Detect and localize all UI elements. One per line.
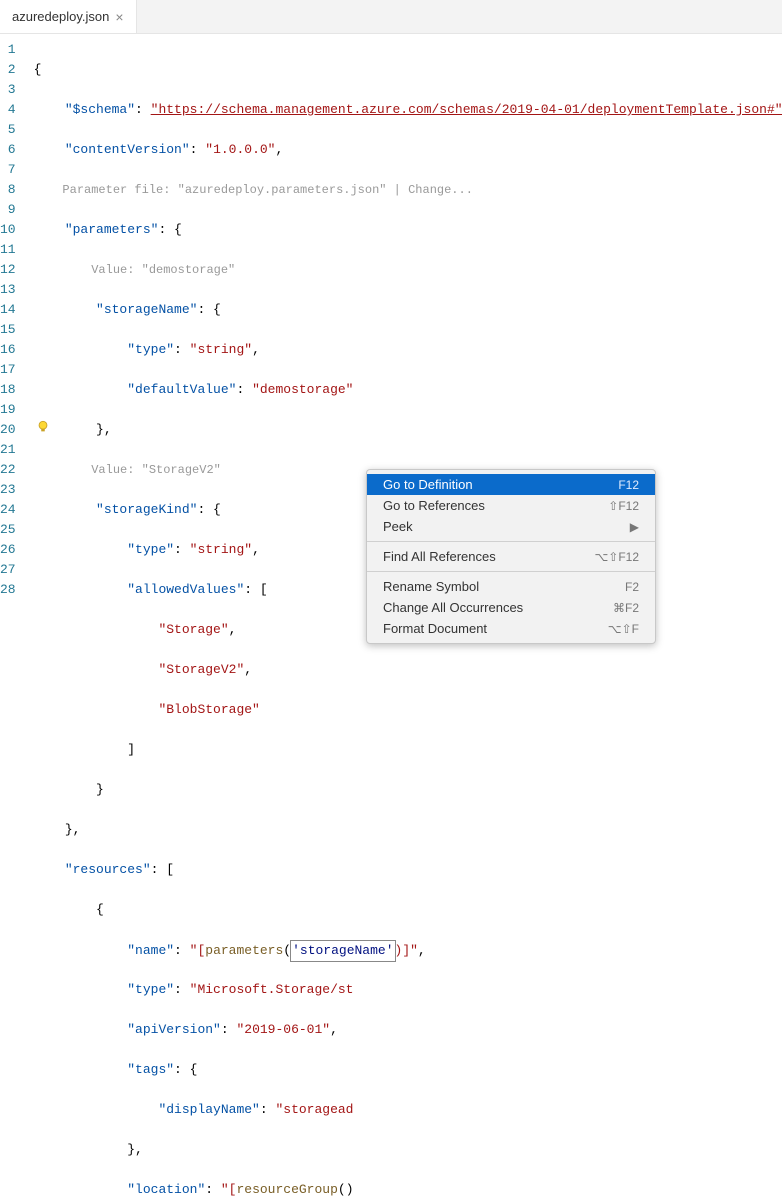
menu-format-document[interactable]: Format Document⌥⇧F bbox=[367, 618, 655, 639]
tab-title: azuredeploy.json bbox=[12, 9, 109, 24]
tab-bar: azuredeploy.json × bbox=[0, 0, 782, 34]
submenu-arrow-icon: ▶ bbox=[630, 520, 639, 534]
menu-separator bbox=[367, 541, 655, 542]
codelens-value-1: Value: "demostorage" bbox=[34, 260, 782, 280]
menu-find-all-references[interactable]: Find All References⌥⇧F12 bbox=[367, 546, 655, 567]
tab-azuredeploy[interactable]: azuredeploy.json × bbox=[0, 0, 137, 33]
close-icon[interactable]: × bbox=[115, 9, 123, 25]
menu-separator bbox=[367, 571, 655, 572]
menu-rename-symbol[interactable]: Rename SymbolF2 bbox=[367, 576, 655, 597]
context-menu: Go to DefinitionF12 Go to References⇧F12… bbox=[366, 469, 656, 644]
line-number-gutter: 1 2 3 4 5 6 7 8 9 10 11 12 13 14 15 16 1… bbox=[0, 34, 34, 598]
menu-peek[interactable]: Peek▶ bbox=[367, 516, 655, 537]
codelens-parameter-file[interactable]: Parameter file: "azuredeploy.parameters.… bbox=[34, 180, 782, 200]
menu-go-to-definition[interactable]: Go to DefinitionF12 bbox=[367, 474, 655, 495]
menu-go-to-references[interactable]: Go to References⇧F12 bbox=[367, 495, 655, 516]
menu-change-all-occurrences[interactable]: Change All Occurrences⌘F2 bbox=[367, 597, 655, 618]
